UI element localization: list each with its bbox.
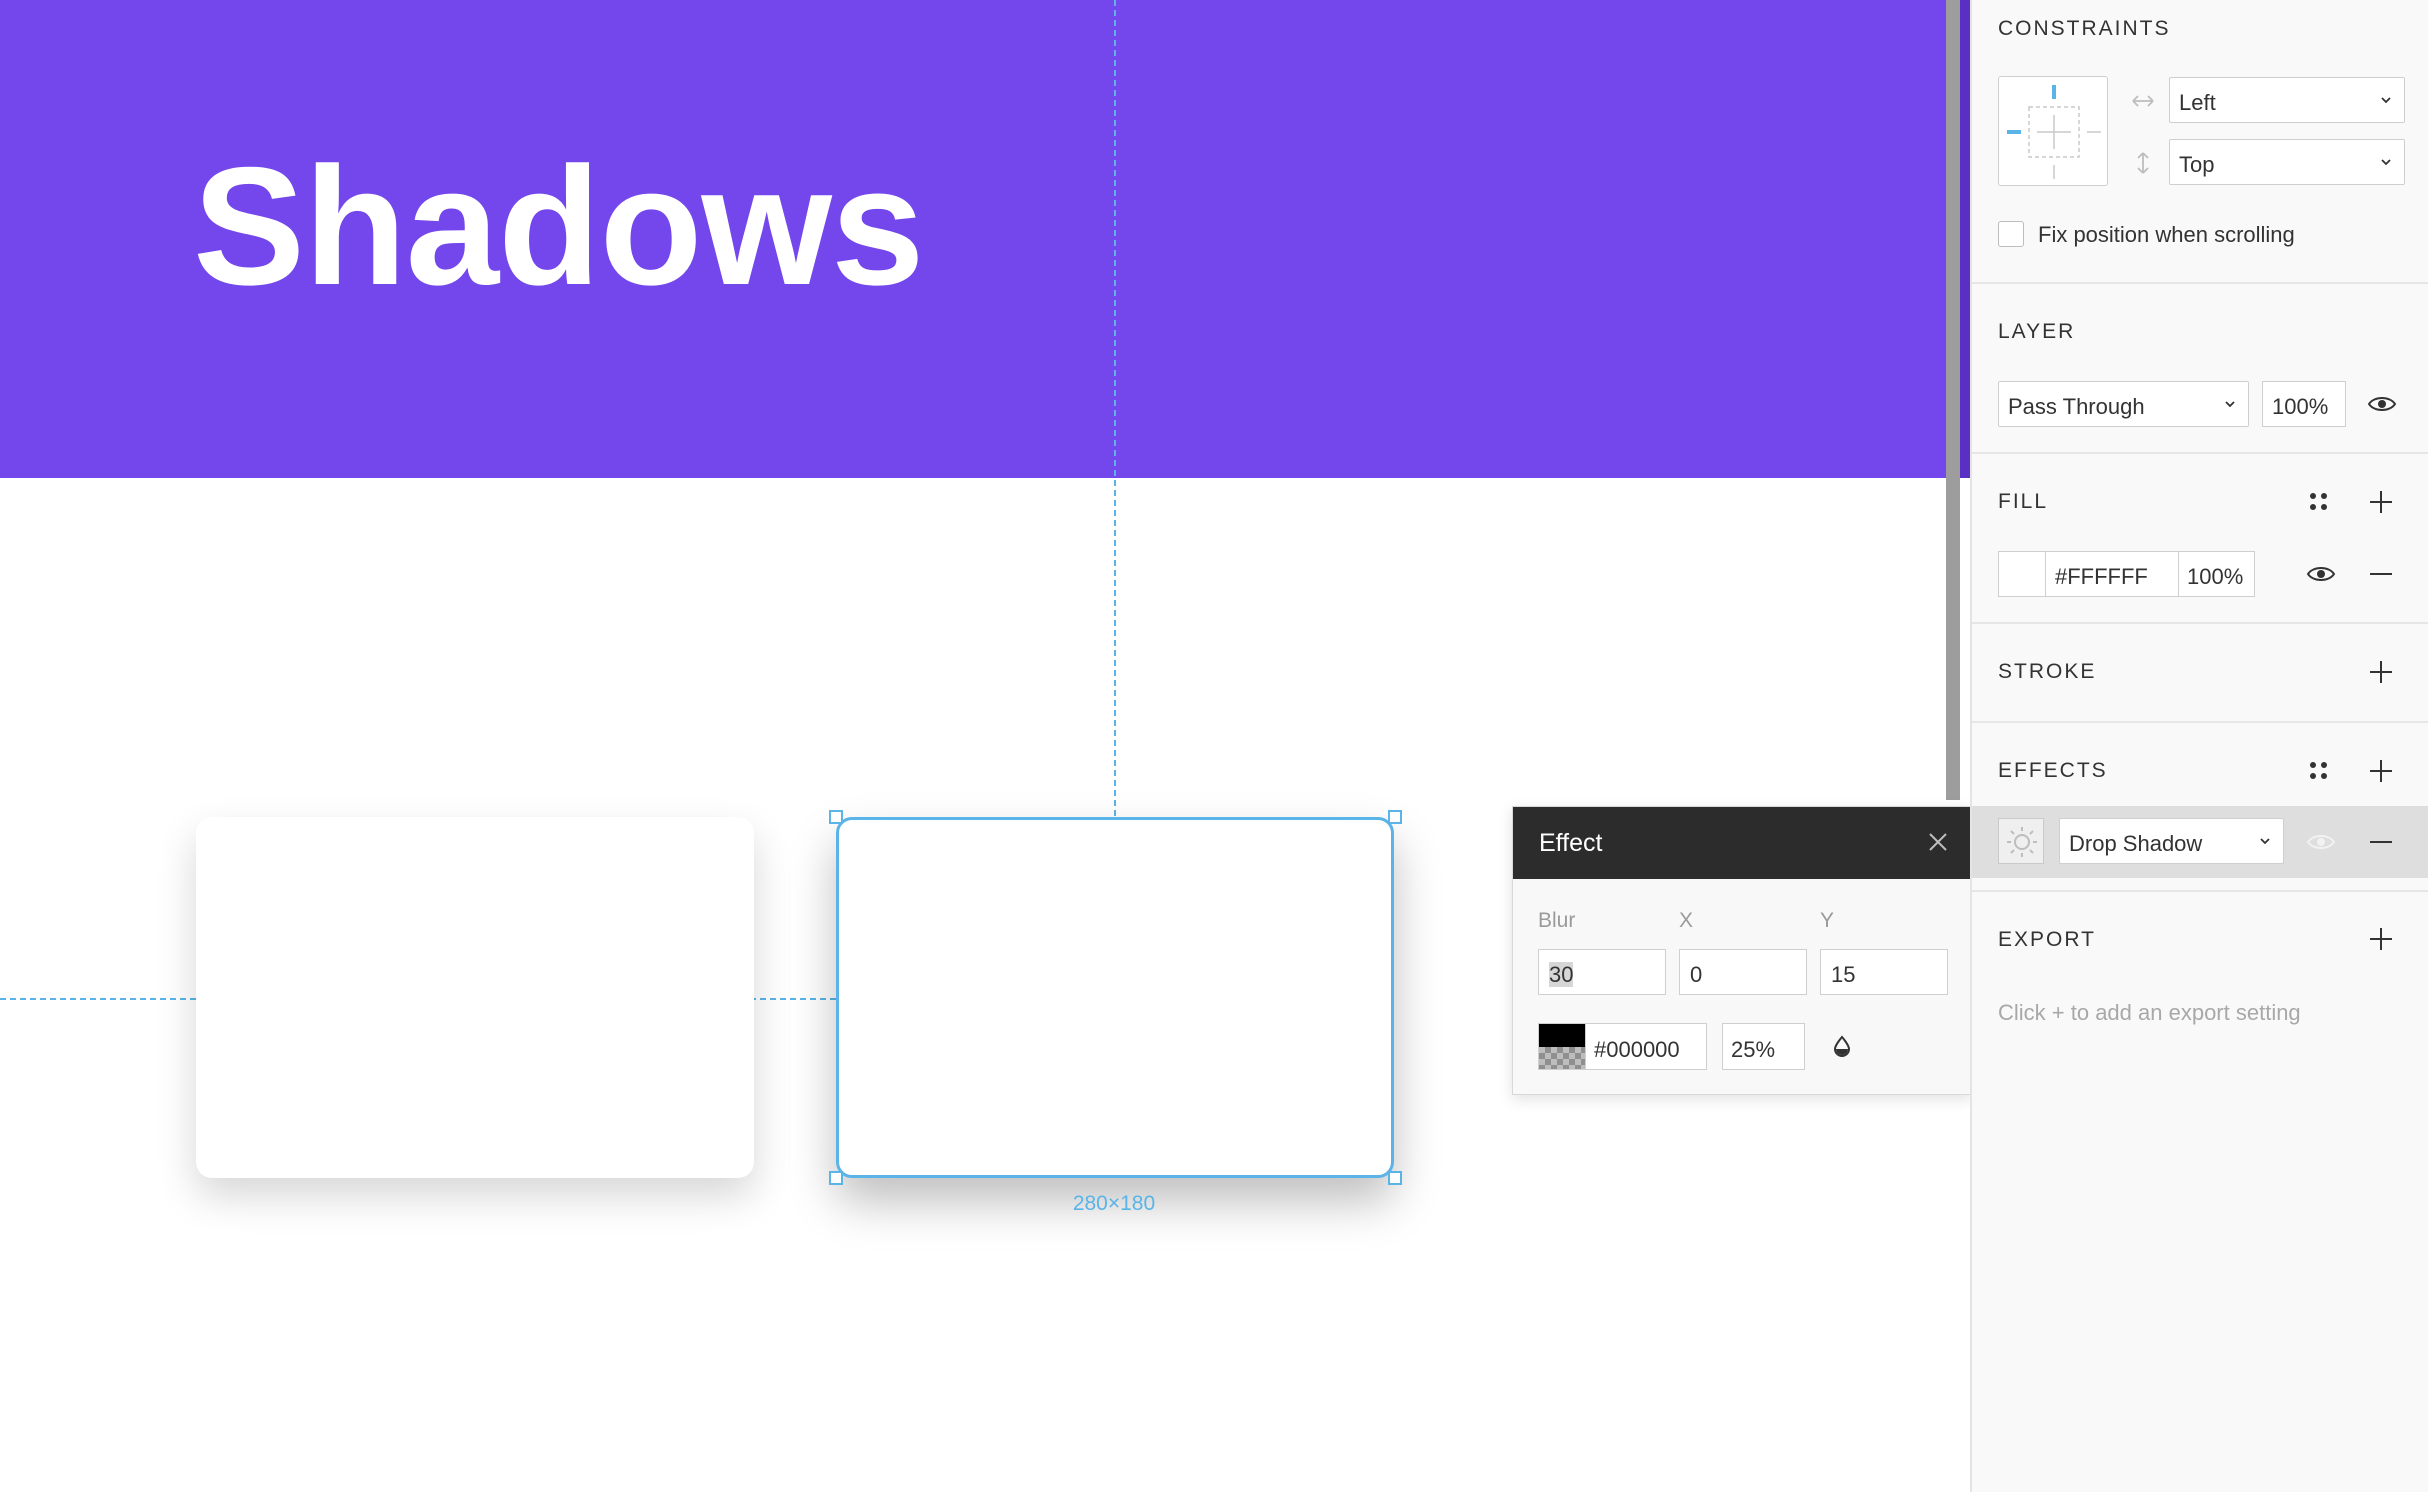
y-input[interactable]: 15 (1820, 949, 1948, 995)
stroke-title: STROKE (1998, 660, 2097, 683)
vertical-center-guide (1114, 0, 1116, 816)
effects-title: EFFECTS (1998, 759, 2108, 782)
eye-icon[interactable] (2367, 393, 2397, 415)
effect-type-select[interactable]: Drop Shadow (2059, 818, 2284, 864)
chevron-down-icon (2225, 401, 2235, 408)
export-hint: Click + to add an export setting (1998, 1000, 2301, 1025)
section-divider (1972, 890, 2428, 892)
y-label: Y (1820, 909, 1835, 932)
hero-frame[interactable]: Shadows (0, 0, 1946, 478)
style-grid-icon[interactable] (2309, 492, 2329, 512)
fill-color-swatch[interactable] (1998, 551, 2046, 597)
remove-fill-minus-icon[interactable] (2368, 561, 2394, 587)
fix-position-label[interactable]: Fix position when scrolling (2038, 222, 2295, 248)
eye-icon[interactable] (2306, 563, 2336, 585)
constraint-diagram-icon (2007, 85, 2101, 179)
blend-mode-select[interactable]: Pass Through (1998, 381, 2249, 427)
constraint-widget[interactable] (1998, 76, 2108, 186)
vertical-constraint-value: Top (2179, 152, 2215, 177)
chevron-down-icon (2381, 97, 2391, 104)
section-divider (1972, 452, 2428, 454)
resize-handle-bottom-left[interactable] (829, 1171, 843, 1185)
add-effect-plus-icon[interactable] (2368, 758, 2394, 784)
effect-popup-header: Effect (1513, 807, 1971, 879)
add-fill-plus-icon[interactable] (2368, 489, 2394, 515)
effect-settings-sun-icon[interactable] (1998, 818, 2044, 864)
effect-popup: Effect Blur X Y 30 0 15 #000000 25% (1512, 806, 1972, 1095)
canvas-scrollbar[interactable] (1946, 0, 1960, 800)
resize-handle-top-left[interactable] (829, 810, 843, 824)
constraints-title: CONSTRAINTS (1998, 17, 2171, 40)
blur-input-value: 30 (1549, 962, 1574, 987)
layer-opacity-input[interactable]: 100% (2262, 381, 2346, 427)
blur-label: Blur (1538, 909, 1576, 932)
section-divider (1972, 282, 2428, 284)
fill-hex-input[interactable]: #FFFFFF (2045, 551, 2179, 597)
remove-effect-minus-icon[interactable] (2368, 829, 2394, 855)
x-input[interactable]: 0 (1679, 949, 1807, 995)
shadow-card-left[interactable] (196, 817, 754, 1178)
shadow-color-hex-input[interactable]: #000000 (1586, 1023, 1707, 1070)
properties-panel: CONSTRAINTS Left Top Fix position when s… (1970, 0, 2428, 1492)
shadow-color-swatch[interactable] (1538, 1023, 1586, 1070)
close-icon[interactable] (1923, 827, 1953, 857)
app-window: Shadows 280×180 Effect Blur X Y 30 0 15 (0, 0, 2428, 1492)
design-canvas[interactable]: Shadows 280×180 (0, 0, 1970, 1492)
drop-icon[interactable] (1829, 1033, 1855, 1059)
fill-opacity-input[interactable]: 100% (2178, 551, 2255, 597)
section-divider (1972, 721, 2428, 723)
add-export-plus-icon[interactable] (2368, 926, 2394, 952)
selection-dimensions-label: 280×180 (1072, 1192, 1156, 1215)
resize-handle-top-right[interactable] (1388, 810, 1402, 824)
blend-mode-value: Pass Through (2008, 394, 2145, 419)
export-title: EXPORT (1998, 928, 2096, 951)
fill-title: FILL (1998, 490, 2049, 513)
chevron-down-icon (2260, 838, 2270, 845)
section-divider (1972, 622, 2428, 624)
horizontal-arrows-icon (2130, 88, 2156, 114)
eye-icon[interactable] (2306, 831, 2336, 853)
effect-type-value: Drop Shadow (2069, 831, 2203, 856)
effect-popup-title: Effect (1539, 829, 1603, 857)
hero-title[interactable]: Shadows (193, 142, 924, 310)
horizontal-constraint-select[interactable]: Left (2169, 77, 2405, 123)
shadow-opacity-input[interactable]: 25% (1722, 1023, 1805, 1070)
vertical-arrows-icon (2130, 150, 2156, 176)
x-label: X (1679, 909, 1694, 932)
vertical-constraint-select[interactable]: Top (2169, 139, 2405, 185)
add-stroke-plus-icon[interactable] (2368, 659, 2394, 685)
fix-position-checkbox[interactable] (1998, 221, 2024, 247)
resize-handle-bottom-right[interactable] (1388, 1171, 1402, 1185)
chevron-down-icon (2381, 159, 2391, 166)
canvas-scrollbar-track (1960, 0, 1970, 478)
layer-title: LAYER (1998, 320, 2076, 343)
shadow-card-selected[interactable] (836, 817, 1394, 1178)
style-grid-icon[interactable] (2309, 761, 2329, 781)
blur-input[interactable]: 30 (1538, 949, 1666, 995)
horizontal-constraint-value: Left (2179, 90, 2216, 115)
